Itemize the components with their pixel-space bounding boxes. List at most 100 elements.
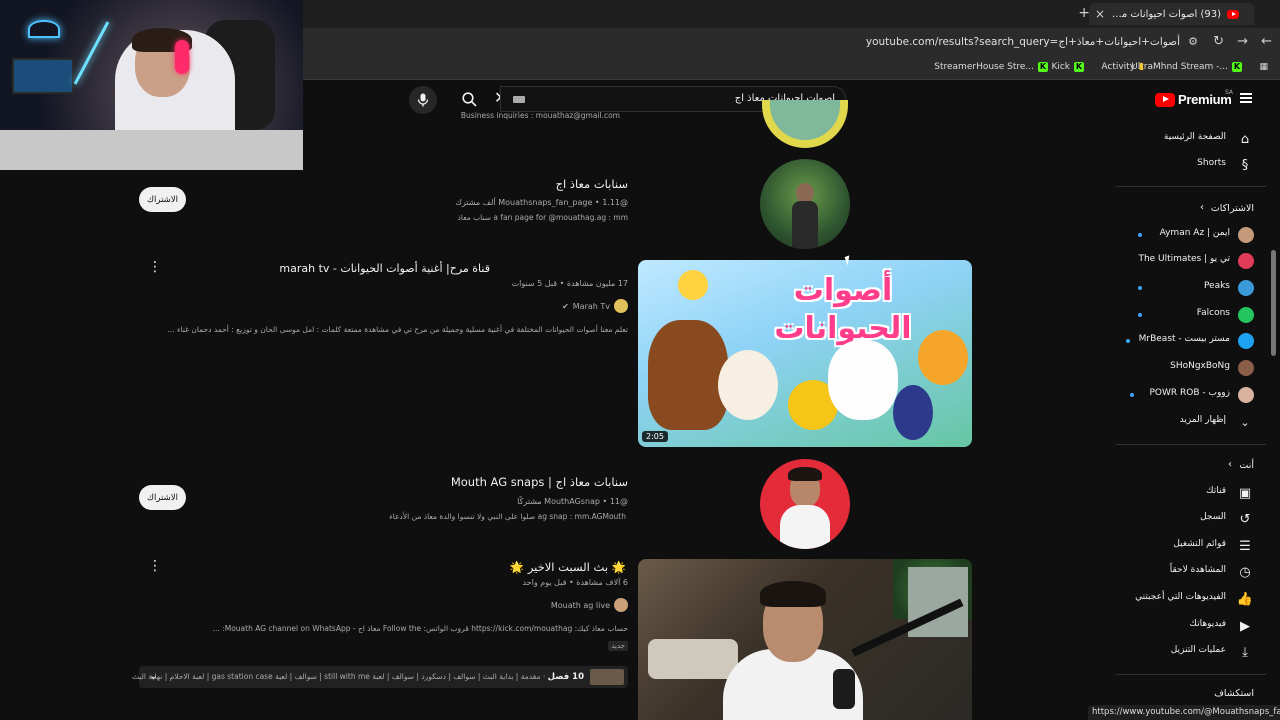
kick-icon: K [1074, 62, 1084, 72]
sidebar-divider [1116, 186, 1266, 187]
avatar [1238, 387, 1254, 403]
result-description: Business inquiries : mouathaz@gmail.com [460, 111, 620, 120]
bookmark-item[interactable]: StreamerHouse Stre... K [934, 62, 1048, 72]
sidebar-divider [1116, 674, 1266, 675]
apps-icon[interactable]: ▦ [1259, 62, 1268, 72]
new-content-dot [1138, 233, 1142, 237]
subscribe-button[interactable]: الاشتراك [139, 187, 186, 212]
menu-icon[interactable] [1240, 93, 1252, 103]
keyboard-icon[interactable] [513, 96, 525, 103]
chapters-text: 10 فصل · مقدمة | بداية البث | سوالف | دس… [132, 672, 584, 682]
sidebar-item-playlists[interactable]: ☰ قوائم التشغيل [1120, 534, 1260, 558]
sidebar-item-liked[interactable]: 👍 الفيديوهات التي أعجبتني [1120, 587, 1260, 611]
video-title[interactable]: قناة مرح| أغنية أصوات الحيوانات - marah … [279, 262, 490, 275]
chick-illustration [678, 270, 708, 300]
status-bar-url: https://www.youtube.com/@Mouathsnaps_fan… [1088, 705, 1280, 720]
headset [175, 40, 189, 74]
chapter-thumbnail [590, 669, 624, 685]
search-button[interactable] [455, 86, 483, 112]
back-icon[interactable]: ← [1261, 34, 1272, 49]
more-options-icon[interactable]: ⋮ [148, 559, 162, 573]
browser-tab[interactable]: (93) أصوات احيوانات معاذ اج - × [1089, 3, 1254, 25]
sidebar-item-your-videos[interactable]: ▶ فيديوهاتك [1120, 614, 1260, 638]
channel-avatar[interactable] [762, 100, 848, 148]
channel-avatar[interactable] [760, 159, 850, 249]
bookmark-item[interactable]: Activity ▮ [1101, 62, 1144, 72]
forward-icon[interactable]: → [1237, 34, 1248, 49]
neon-light [73, 21, 110, 85]
video-meta: 6 آلاف مشاهدة • قبل يوم واحد [522, 578, 628, 587]
sidebar-item-subscription[interactable]: Peaks [1120, 276, 1260, 300]
sidebar-show-more[interactable]: ⌄ إظهار المزيد [1120, 410, 1260, 434]
microphone-icon [417, 93, 429, 107]
sidebar-item-subscription[interactable]: تي يو | The Ultimates [1120, 249, 1260, 273]
subscriptions-heading[interactable]: الاشتراكات › [1120, 199, 1254, 219]
sidebar-item-subscription[interactable]: ايمن | Ayman Az [1120, 223, 1260, 247]
video-channel[interactable]: Mouath ag live [551, 598, 628, 612]
site-settings-icon[interactable]: ⚙ [1188, 35, 1198, 48]
microphone-image [833, 669, 855, 709]
channel-name[interactable]: سنابات معاذ اج [556, 177, 628, 191]
sidebar-item-your-channel[interactable]: ▣ قناتك [1120, 481, 1260, 505]
chevron-down-icon: ⌄ [1240, 415, 1250, 429]
sidebar-item-subscription[interactable]: Falcons [1120, 303, 1260, 327]
chevron-down-icon[interactable]: ⌄ [149, 669, 158, 682]
chapters-bar[interactable]: 10 فصل · مقدمة | بداية البث | سوالف | دس… [132, 666, 628, 688]
video-description: تعلم معنا أصوات الحيوانات المختلفة في أغ… [167, 325, 628, 334]
channel-meta: @MouthAGsnap • 11 مشتركًا [517, 497, 628, 506]
download-icon: ⤓ [1242, 644, 1248, 660]
url-field[interactable]: youtube.com/results?search_query=أصوات+ا… [866, 36, 1180, 48]
sidebar-item-shorts[interactable]: § Shorts [1120, 153, 1260, 177]
bookmark-item[interactable]: Kick K [1051, 62, 1084, 72]
video-title[interactable]: 🌟 بث السبت الاخير 🌟 [510, 560, 626, 574]
channel-avatar[interactable] [760, 459, 850, 549]
video-duration: 2:05 [642, 431, 668, 442]
youtube-play-icon [1155, 92, 1175, 107]
channel-description: a fan page for @mouathag.ag : mm سناب مع… [457, 213, 628, 222]
video-channel[interactable]: Marah Tv ✔ [562, 299, 628, 313]
shorts-icon: § [1241, 157, 1249, 173]
desk [0, 130, 303, 170]
streamer-webcam-overlay [0, 0, 303, 170]
youtube-favicon-icon [1227, 9, 1240, 19]
tab-close-icon[interactable]: × [1095, 7, 1105, 21]
sidebar-item-subscription[interactable]: SHoNgxBoNg [1120, 356, 1260, 380]
more-options-icon[interactable]: ⋮ [148, 260, 162, 274]
sidebar-scrollbar[interactable] [1271, 250, 1276, 356]
channel-name[interactable]: سنابات معاذ اج | Mouth AG snaps [451, 475, 628, 489]
youtube-logo[interactable]: Premium [1155, 92, 1232, 107]
sidebar-item-downloads[interactable]: ⤓ عمليات التنزيل [1120, 640, 1260, 664]
cow-illustration [828, 340, 898, 420]
reload-icon[interactable]: ↻ [1213, 34, 1224, 49]
home-icon: ⌂ [1240, 131, 1250, 147]
video-thumbnail-with-webcam[interactable] [638, 559, 972, 720]
search-icon [461, 91, 477, 107]
kick-icon: K [1232, 62, 1242, 72]
sidebar-item-history[interactable]: ↺ السجل [1120, 507, 1260, 531]
history-icon: ↺ [1239, 511, 1251, 527]
neon-light [28, 20, 60, 38]
sidebar-item-subscription[interactable]: زووب - POWR ROB [1120, 383, 1260, 407]
subscribe-button[interactable]: الاشتراك [139, 485, 186, 510]
channel-avatar-small [614, 598, 628, 612]
chevron-right-icon: › [1200, 202, 1204, 213]
kick-icon: K [1038, 62, 1048, 72]
bookmark-item[interactable]: UltraMhnd Stream -... K [1131, 62, 1242, 72]
cat-illustration [918, 330, 968, 385]
avatar [1238, 253, 1254, 269]
new-content-dot [1126, 339, 1130, 343]
sidebar-item-subscription[interactable]: مستر بيست - MrBeast [1120, 329, 1260, 353]
video-description: حساب معاذ كيك: https://kick.com/mouathag… [212, 624, 628, 633]
thumbnail-title: أصوات الحيوانات [774, 273, 912, 346]
channel-avatar-small [614, 299, 628, 313]
video-thumbnail[interactable]: أصوات الحيوانات 2:05 [638, 260, 972, 447]
sidebar-divider [1116, 444, 1266, 445]
you-heading[interactable]: أنت › [1120, 456, 1254, 476]
sofa-image [648, 639, 738, 679]
video-icon: ▶ [1240, 618, 1250, 634]
sidebar-item-watch-later[interactable]: ◷ المشاهدة لاحقاً [1120, 560, 1260, 584]
avatar [1238, 280, 1254, 296]
voice-search-button[interactable] [409, 86, 437, 114]
sidebar-item-home[interactable]: ⌂ الصفحة الرئيسية [1120, 127, 1260, 151]
horse-illustration [648, 320, 728, 430]
